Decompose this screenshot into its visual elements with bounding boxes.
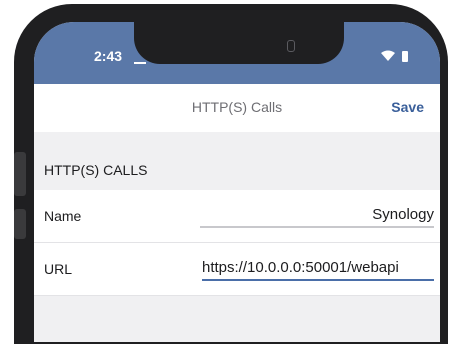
name-label: Name bbox=[44, 208, 82, 224]
url-row: URL bbox=[34, 243, 440, 296]
save-button[interactable]: Save bbox=[391, 99, 424, 115]
volume-button-lower bbox=[14, 209, 26, 239]
camera-icon bbox=[287, 40, 295, 52]
name-field[interactable] bbox=[200, 202, 434, 228]
name-row: Name bbox=[34, 190, 440, 243]
url-label: URL bbox=[44, 261, 73, 277]
empty-area bbox=[34, 296, 440, 342]
page-title: HTTP(S) Calls bbox=[191, 99, 283, 115]
screen: 2:43 HTTP(S) Calls Save HTTP(S) CALLS Na… bbox=[34, 22, 440, 342]
wifi-icon bbox=[381, 50, 395, 61]
url-field[interactable] bbox=[202, 255, 434, 281]
notch bbox=[134, 22, 344, 64]
navigation-bar: HTTP(S) Calls Save bbox=[34, 84, 440, 132]
battery-icon bbox=[402, 51, 408, 62]
section-title: HTTP(S) CALLS bbox=[44, 162, 148, 178]
status-indicator-icon bbox=[134, 62, 146, 64]
status-time: 2:43 bbox=[94, 48, 123, 64]
volume-button bbox=[14, 152, 26, 196]
